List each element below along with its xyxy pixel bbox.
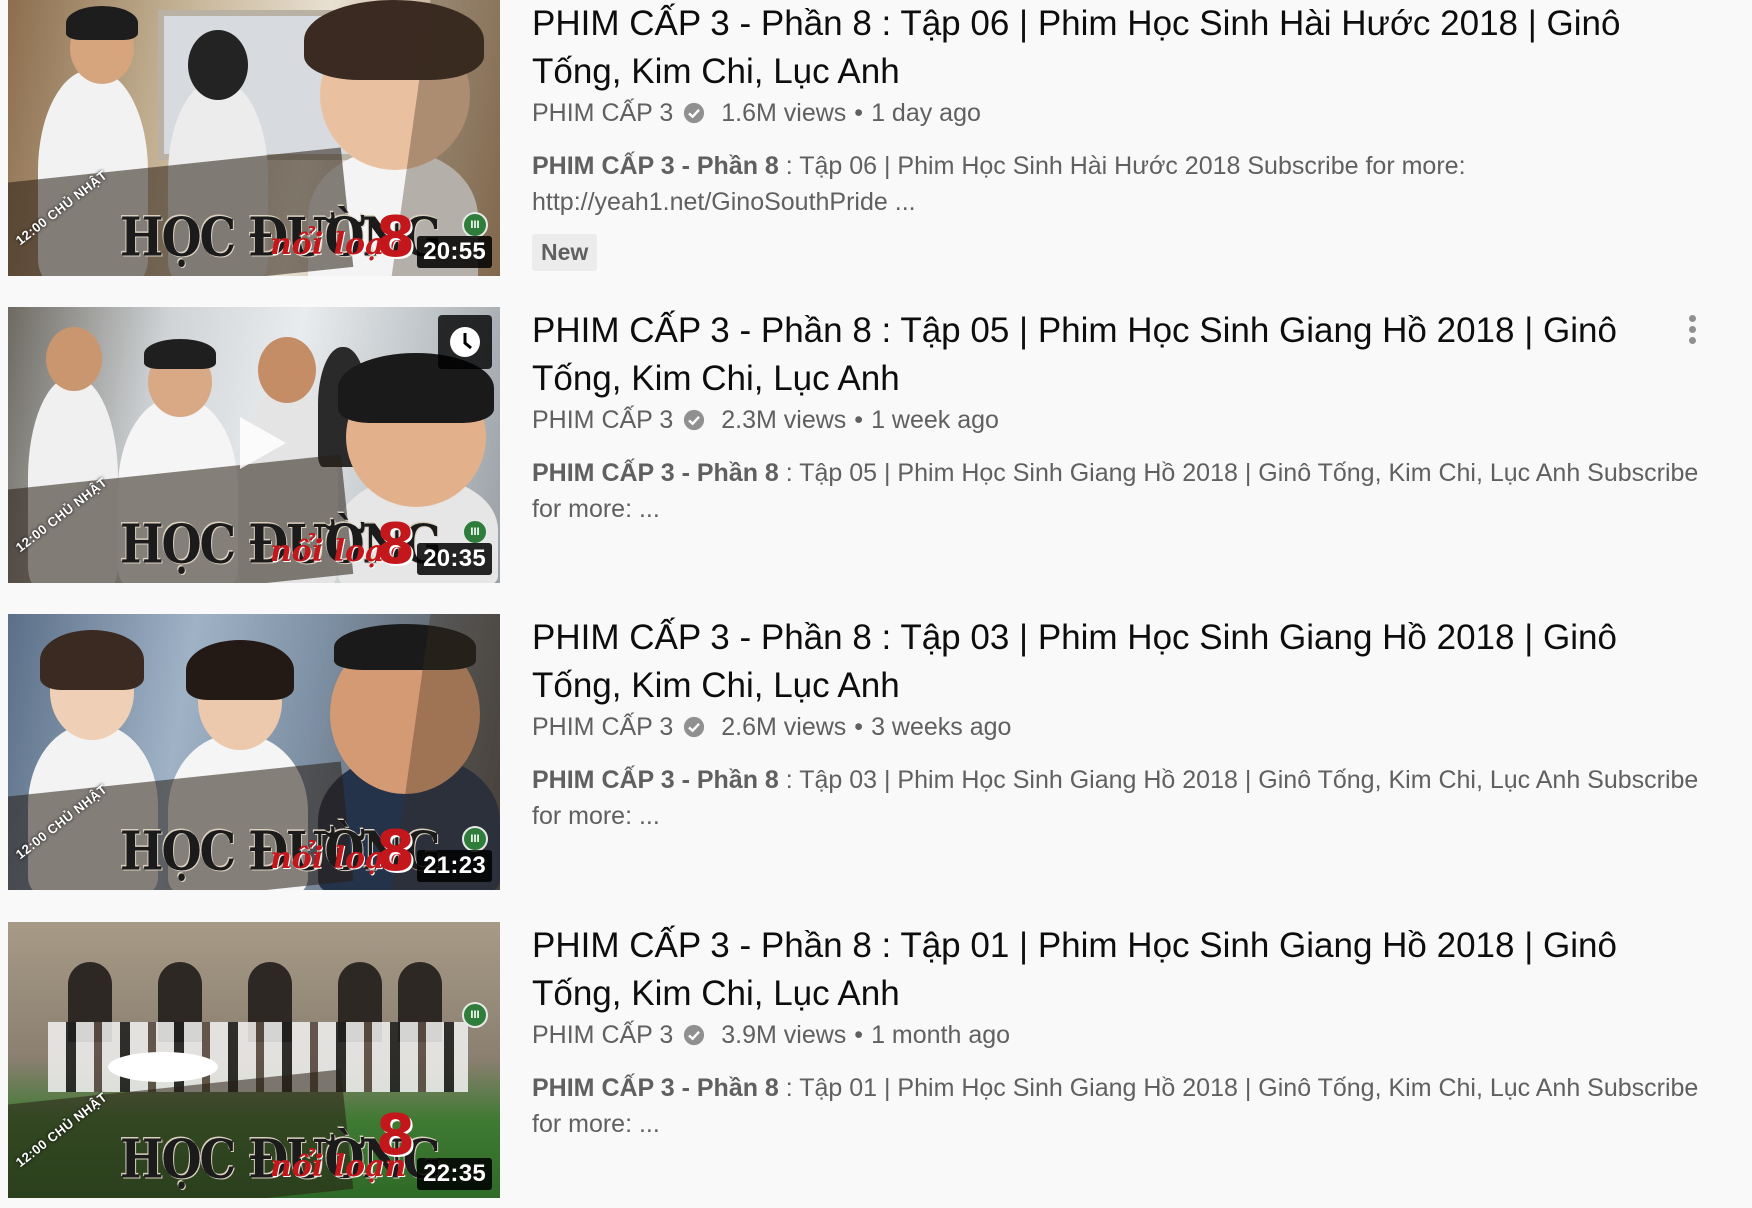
channel-logo-icon: III bbox=[462, 826, 488, 852]
channel-name[interactable]: PHIM CẤP 3 bbox=[532, 1020, 673, 1050]
meta-separator: • bbox=[854, 406, 864, 434]
verified-check-icon bbox=[684, 102, 705, 124]
channel-logo-icon: III bbox=[462, 212, 488, 238]
video-thumbnail[interactable]: 12:00 CHỦ NHẬT HỌC ĐƯỜNG nổi loạn 8 III … bbox=[8, 307, 500, 583]
video-description: PHIM CẤP 3 - Phần 8 : Tập 05 | Phim Học … bbox=[532, 455, 1712, 527]
meta-separator: • bbox=[854, 1021, 864, 1049]
video-title[interactable]: PHIM CẤP 3 - Phần 8 : Tập 01 | Phim Học … bbox=[532, 922, 1632, 1018]
video-description: PHIM CẤP 3 - Phần 8 : Tập 06 | Phim Học … bbox=[532, 148, 1712, 220]
video-description: PHIM CẤP 3 - Phần 8 : Tập 03 | Phim Học … bbox=[532, 762, 1712, 834]
video-thumbnail[interactable]: 12:00 CHỦ NHẬT HỌC ĐƯỜNG nổi loạn 8 III … bbox=[8, 0, 500, 276]
upload-age: 3 weeks ago bbox=[871, 713, 1012, 741]
verified-check-icon bbox=[684, 409, 705, 431]
more-vert-icon[interactable] bbox=[1680, 311, 1704, 355]
video-item[interactable]: 12:00 CHỦ NHẬT HỌC ĐƯỜNG nổi loạn 8 III … bbox=[0, 0, 1752, 280]
watch-later-button[interactable] bbox=[438, 315, 492, 369]
video-thumbnail[interactable]: 12:00 CHỦ NHẬT HỌC ĐƯỜNG nổi loạn 8 III … bbox=[8, 922, 500, 1198]
new-badge: New bbox=[532, 234, 598, 271]
video-duration: 21:23 bbox=[417, 850, 492, 882]
thumbnail-logo-number: 8 bbox=[376, 819, 415, 884]
video-thumbnail[interactable]: 12:00 CHỦ NHẬT HỌC ĐƯỜNG nổi loạn 8 III … bbox=[8, 614, 500, 890]
video-meta: PHIM CẤP 3 2.3M views • 1 week ago bbox=[532, 405, 1712, 435]
video-meta: PHIM CẤP 3 2.6M views • 3 weeks ago bbox=[532, 712, 1712, 742]
description-highlight: PHIM CẤP 3 - Phần 8 bbox=[532, 459, 779, 487]
thumbnail-logo-number: 8 bbox=[376, 205, 415, 270]
video-duration: 20:35 bbox=[417, 543, 492, 575]
description-highlight: PHIM CẤP 3 - Phần 8 bbox=[532, 152, 779, 180]
description-highlight: PHIM CẤP 3 - Phần 8 bbox=[532, 766, 779, 794]
channel-logo-icon: III bbox=[462, 519, 488, 545]
view-count: 3.9M views bbox=[721, 1021, 847, 1049]
verified-check-icon bbox=[684, 1024, 705, 1046]
video-title[interactable]: PHIM CẤP 3 - Phần 8 : Tập 06 | Phim Học … bbox=[532, 0, 1632, 96]
upload-age: 1 month ago bbox=[871, 1021, 1011, 1049]
clock-icon bbox=[450, 327, 480, 357]
video-info: PHIM CẤP 3 - Phần 8 : Tập 03 | Phim Học … bbox=[532, 614, 1712, 834]
video-item[interactable]: 12:00 CHỦ NHẬT HỌC ĐƯỜNG nổi loạn 8 III … bbox=[0, 614, 1752, 894]
channel-logo-icon: III bbox=[462, 1002, 488, 1028]
video-info: PHIM CẤP 3 - Phần 8 : Tập 06 | Phim Học … bbox=[532, 0, 1712, 271]
video-info: PHIM CẤP 3 - Phần 8 : Tập 01 | Phim Học … bbox=[532, 922, 1712, 1142]
channel-name[interactable]: PHIM CẤP 3 bbox=[532, 98, 673, 128]
video-duration: 20:55 bbox=[417, 236, 492, 268]
channel-name[interactable]: PHIM CẤP 3 bbox=[532, 405, 673, 435]
video-title[interactable]: PHIM CẤP 3 - Phần 8 : Tập 05 | Phim Học … bbox=[532, 307, 1632, 403]
upload-age: 1 day ago bbox=[871, 99, 981, 127]
description-highlight: PHIM CẤP 3 - Phần 8 bbox=[532, 1074, 779, 1102]
channel-name[interactable]: PHIM CẤP 3 bbox=[532, 712, 673, 742]
video-title[interactable]: PHIM CẤP 3 - Phần 8 : Tập 03 | Phim Học … bbox=[532, 614, 1632, 710]
video-item[interactable]: 12:00 CHỦ NHẬT HỌC ĐƯỜNG nổi loạn 8 III … bbox=[0, 922, 1752, 1202]
video-duration: 22:35 bbox=[417, 1158, 492, 1190]
video-meta: PHIM CẤP 3 1.6M views • 1 day ago bbox=[532, 98, 1712, 128]
thumbnail-logo-number: 8 bbox=[376, 512, 415, 577]
view-count: 2.3M views bbox=[721, 406, 847, 434]
play-icon bbox=[240, 417, 286, 469]
video-info: PHIM CẤP 3 - Phần 8 : Tập 05 | Phim Học … bbox=[532, 307, 1712, 527]
upload-age: 1 week ago bbox=[871, 406, 999, 434]
meta-separator: • bbox=[854, 713, 864, 741]
video-item[interactable]: 12:00 CHỦ NHẬT HỌC ĐƯỜNG nổi loạn 8 III … bbox=[0, 307, 1752, 587]
video-description: PHIM CẤP 3 - Phần 8 : Tập 01 | Phim Học … bbox=[532, 1070, 1712, 1142]
view-count: 2.6M views bbox=[721, 713, 847, 741]
view-count: 1.6M views bbox=[721, 99, 847, 127]
thumbnail-logo-number: 8 bbox=[376, 1103, 415, 1168]
video-meta: PHIM CẤP 3 3.9M views • 1 month ago bbox=[532, 1020, 1712, 1050]
meta-separator: • bbox=[854, 99, 864, 127]
verified-check-icon bbox=[684, 716, 705, 738]
